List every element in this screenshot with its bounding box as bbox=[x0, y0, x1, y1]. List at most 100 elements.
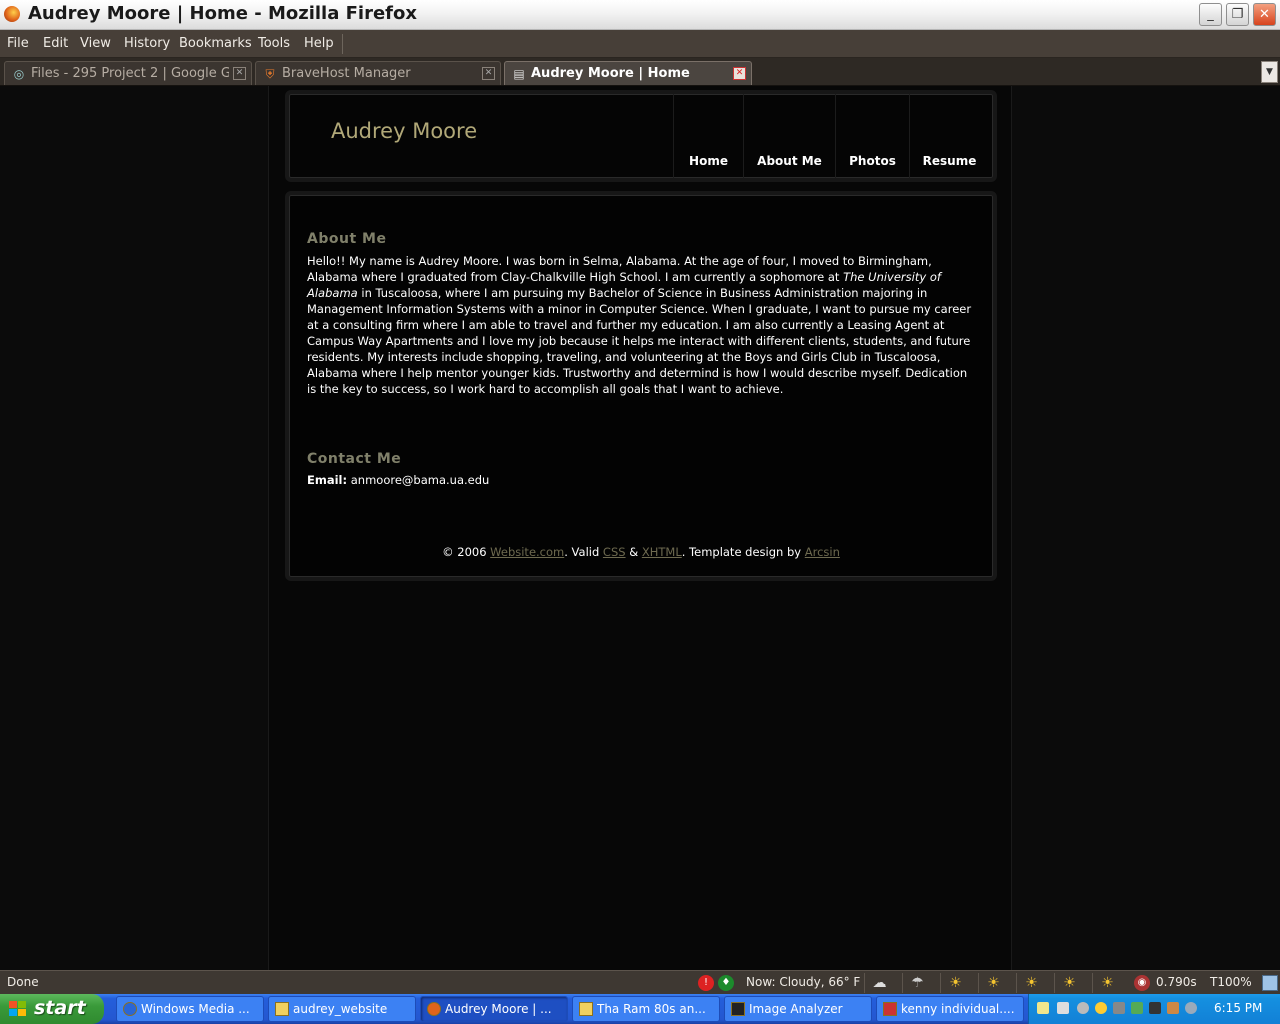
image-analyzer-icon bbox=[731, 1002, 745, 1016]
maximize-button[interactable]: ❐ bbox=[1226, 3, 1249, 26]
bravehost-shield-icon: ⛨ bbox=[265, 67, 275, 81]
footer-design: . Template design by bbox=[681, 545, 805, 559]
email-label: Email: bbox=[307, 473, 348, 487]
footer-copyright: © 2006 bbox=[442, 545, 491, 559]
status-text: Done bbox=[7, 975, 39, 989]
google-groups-icon: ◎ bbox=[13, 67, 25, 81]
content-panel: About Me Hello!! My name is Audrey Moore… bbox=[285, 191, 997, 581]
tab-close-icon[interactable]: ✕ bbox=[482, 67, 495, 80]
stop-sign-icon[interactable]: ! bbox=[698, 975, 714, 991]
status-bar: Done ! ♦ Now: Cloudy, 66° F ☁ ☂ ☀ ☀ ☀ ☀ … bbox=[0, 970, 1280, 994]
messenger-icon[interactable] bbox=[1095, 1002, 1107, 1014]
about-heading: About Me bbox=[307, 231, 387, 247]
close-button[interactable]: ✕ bbox=[1253, 3, 1276, 26]
menu-bookmarks[interactable]: Bookmarks bbox=[179, 36, 252, 51]
sync-icon[interactable] bbox=[1131, 1002, 1143, 1014]
tab-close-icon[interactable]: ✕ bbox=[733, 67, 746, 80]
nav-home[interactable]: Home bbox=[673, 94, 743, 178]
firefox-icon bbox=[427, 1002, 441, 1016]
tool-icon[interactable] bbox=[1167, 1002, 1179, 1014]
footer-link-xhtml[interactable]: XHTML bbox=[642, 545, 682, 559]
menu-tools[interactable]: Tools bbox=[258, 36, 290, 51]
nav-about-me-label: About Me bbox=[757, 154, 822, 168]
footer-link-website[interactable]: Website.com bbox=[490, 545, 564, 559]
task-kenny-individual[interactable]: kenny individual.... bbox=[876, 996, 1024, 1022]
windows-taskbar: start Windows Media ... audrey_website A… bbox=[0, 994, 1280, 1024]
page-icon: ▤ bbox=[513, 67, 525, 81]
tab-label: BraveHost Manager bbox=[282, 66, 411, 81]
site-footer: © 2006 Website.com. Valid CSS & XHTML. T… bbox=[289, 545, 993, 559]
task-windows-media[interactable]: Windows Media ... bbox=[116, 996, 264, 1022]
task-image-analyzer[interactable]: Image Analyzer bbox=[724, 996, 872, 1022]
windows-logo-icon bbox=[9, 1001, 27, 1017]
powerpoint-icon bbox=[883, 1002, 897, 1016]
sunny-icon[interactable]: ☀ bbox=[940, 973, 970, 993]
task-label: Image Analyzer bbox=[749, 1002, 843, 1016]
task-firefox[interactable]: Audrey Moore | ... bbox=[420, 996, 568, 1022]
task-label: audrey_website bbox=[293, 1002, 388, 1016]
menu-file[interactable]: File bbox=[7, 36, 29, 51]
about-paragraph: Hello!! My name is Audrey Moore. I was b… bbox=[307, 253, 973, 397]
tab-audrey-moore[interactable]: ▤ Audrey Moore | Home ✕ bbox=[504, 61, 752, 85]
menu-view[interactable]: View bbox=[80, 36, 111, 51]
tab-label: Audrey Moore | Home bbox=[531, 66, 690, 81]
help-icon[interactable] bbox=[1037, 1002, 1049, 1014]
email-line: Email: anmoore@bama.ua.edu bbox=[307, 473, 973, 487]
firebug-icon[interactable]: ◉ bbox=[1134, 975, 1150, 991]
contact-section: Contact Me Email: anmoore@bama.ua.edu bbox=[307, 451, 973, 487]
nav-photos[interactable]: Photos bbox=[835, 94, 909, 178]
partly-cloudy-icon[interactable]: ☀ bbox=[1016, 973, 1046, 993]
back-icon[interactable] bbox=[1077, 1002, 1089, 1014]
volume-icon[interactable] bbox=[1113, 1002, 1125, 1014]
window-title-bar[interactable]: Audrey Moore | Home - Mozilla Firefox _ … bbox=[0, 0, 1280, 30]
partly-cloudy-icon[interactable]: ☀ bbox=[1054, 973, 1084, 993]
start-button[interactable]: start bbox=[0, 994, 104, 1024]
tab-bravehost[interactable]: ⛨ BraveHost Manager ✕ bbox=[255, 61, 501, 85]
firefox-icon bbox=[4, 6, 20, 22]
partly-sunny-icon[interactable]: ☀ bbox=[978, 973, 1008, 993]
storm-icon[interactable]: ☂ bbox=[902, 973, 932, 993]
network-icon[interactable] bbox=[1057, 1002, 1069, 1014]
folder-icon bbox=[579, 1002, 593, 1016]
nav-about-me[interactable]: About Me bbox=[743, 94, 835, 178]
contact-heading: Contact Me bbox=[307, 451, 402, 467]
start-label: start bbox=[34, 997, 86, 1019]
footer-valid: . Valid bbox=[564, 545, 603, 559]
footer-link-arcsin[interactable]: Arcsin bbox=[805, 545, 840, 559]
taskbar-clock[interactable]: 6:15 PM bbox=[1214, 1001, 1262, 1015]
zoom-level[interactable]: T100% bbox=[1210, 975, 1252, 989]
menu-edit[interactable]: Edit bbox=[43, 36, 68, 51]
cloudy-icon[interactable]: ☁ bbox=[864, 973, 894, 993]
footer-link-css[interactable]: CSS bbox=[603, 545, 626, 559]
menu-separator bbox=[342, 34, 343, 54]
menu-history[interactable]: History bbox=[124, 36, 170, 51]
load-time: 0.790s bbox=[1156, 975, 1197, 989]
task-audrey-website[interactable]: audrey_website bbox=[268, 996, 416, 1022]
nav-resume[interactable]: Resume bbox=[909, 94, 989, 178]
minimize-button[interactable]: _ bbox=[1199, 3, 1222, 26]
leaf-icon[interactable]: ♦ bbox=[718, 975, 734, 991]
nav-resume-label: Resume bbox=[922, 154, 977, 168]
task-tha-ram[interactable]: Tha Ram 80s an... bbox=[572, 996, 720, 1022]
site-header: Audrey Moore Home About Me Photos Resume bbox=[285, 90, 997, 182]
site-nav: Home About Me Photos Resume bbox=[673, 94, 989, 178]
partly-cloudy-icon[interactable]: ☀ bbox=[1092, 973, 1122, 993]
site-title: Audrey Moore bbox=[331, 119, 478, 143]
menu-help[interactable]: Help bbox=[304, 36, 334, 51]
tab-close-icon[interactable]: ✕ bbox=[233, 67, 246, 80]
tab-google-groups[interactable]: ◎ Files - 295 Project 2 | Google Gr... ✕ bbox=[4, 61, 252, 85]
window-title: Audrey Moore | Home - Mozilla Firefox bbox=[28, 3, 417, 24]
about-text-part-2: in Tuscaloosa, where I am pursuing my Ba… bbox=[307, 286, 972, 396]
tab-strip: ◎ Files - 295 Project 2 | Google Gr... ✕… bbox=[0, 58, 1280, 86]
page-viewport[interactable]: Audrey Moore Home About Me Photos Resume… bbox=[0, 86, 1280, 970]
security-icon[interactable] bbox=[1185, 1002, 1197, 1014]
footer-amp: & bbox=[625, 545, 642, 559]
email-value[interactable]: anmoore@bama.ua.edu bbox=[351, 473, 490, 487]
zone-alarm-icon[interactable] bbox=[1149, 1002, 1161, 1014]
task-label: Windows Media ... bbox=[141, 1002, 250, 1016]
weather-text[interactable]: Now: Cloudy, 66° F bbox=[746, 975, 860, 989]
media-player-icon bbox=[123, 1002, 137, 1016]
about-text-part-1: Hello!! My name is Audrey Moore. I was b… bbox=[307, 254, 932, 284]
tab-list-dropdown[interactable]: ▼ bbox=[1261, 61, 1278, 83]
resize-grip-icon[interactable] bbox=[1262, 975, 1278, 991]
